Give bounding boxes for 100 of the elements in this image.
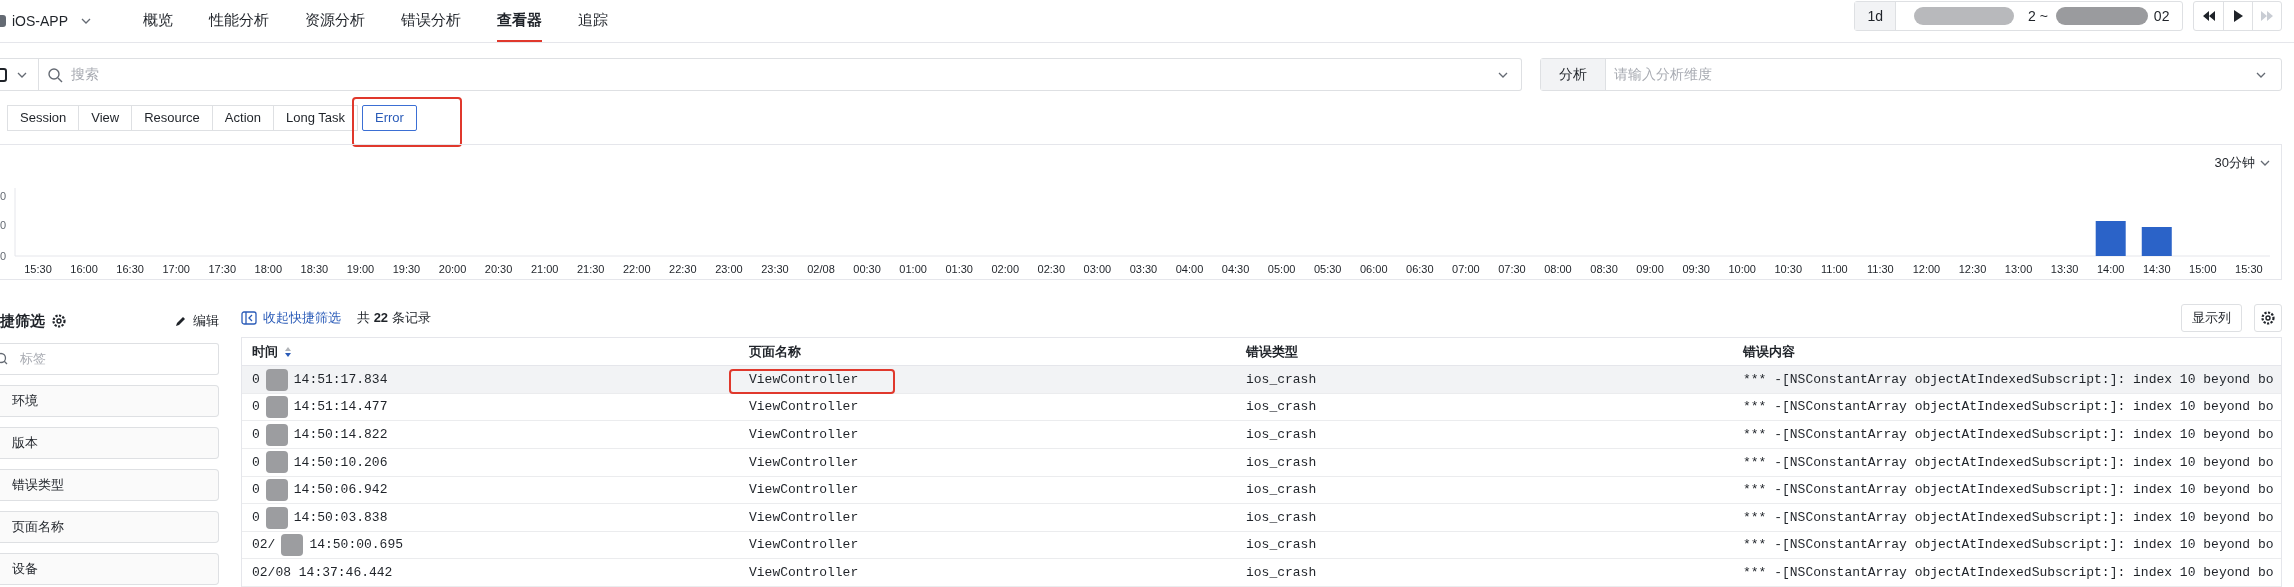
app-name[interactable]: iOS-APP (12, 10, 68, 32)
axis-label: 05:30 (1313, 263, 1342, 275)
filter-item[interactable]: 页面名称 (0, 511, 219, 543)
axis-label: 10:30 (1774, 263, 1803, 275)
table-cell-text: ViewController (749, 563, 859, 582)
axis-label: 08:00 (1544, 263, 1572, 275)
view-tab[interactable]: Resource (132, 105, 213, 131)
table-cell-text: 14:50:00.695 (309, 536, 404, 555)
nav-tab[interactable]: 性能分析 (209, 0, 269, 42)
axis-label: 22:00 (623, 263, 651, 275)
table-cell-text: ios_crash (1246, 370, 1317, 389)
table-row[interactable]: 0 14:51:14.477 ViewController ios_crash *** -[NSConstantArray objectAtIndexedSubscript:]: index 10 beyond bo (242, 393, 2281, 422)
table-cell-text: *** -[NSConstantArray objectAtIndexedSubscript:]: index 10 beyond bo (1743, 508, 2274, 527)
table-row[interactable]: 0 14:50:10.206 ViewController ios_crash *** -[NSConstantArray objectAtIndexedSubscript:]: index 10 beyond bo (242, 449, 2281, 477)
view-tab[interactable]: Error (362, 105, 417, 131)
analysis-label: 分析 (1541, 59, 1606, 90)
table-cell-text: ios_crash (1246, 453, 1317, 472)
table-cell-text: *** -[NSConstantArray objectAtIndexedSubscript:]: index 10 beyond bo (1743, 398, 2274, 417)
table-cell-text: 0 (252, 508, 260, 527)
nav-tab[interactable]: 查看器 (497, 0, 542, 42)
table-cell-text: ViewController (749, 508, 859, 527)
chart-bar (2095, 221, 2126, 256)
axis-label: 11:00 (1821, 263, 1848, 275)
record-count: 共 22 条记录 (357, 309, 431, 328)
filter-item[interactable]: 错误类型 (0, 469, 219, 501)
axis-label: 22:30 (669, 263, 697, 275)
table-cell-text: 0 (252, 370, 260, 389)
axis-label: 06:00 (1359, 263, 1388, 275)
axis-label: 07:00 (1452, 263, 1480, 275)
table-cell-text: ViewController (749, 453, 859, 472)
table-cell-text: ios_crash (1246, 398, 1317, 417)
filter-item[interactable]: 设备 (0, 553, 219, 585)
column-header[interactable]: 错误类型 (1246, 342, 1298, 362)
settings-icon (2260, 310, 2276, 327)
axis-label: 02:30 (1037, 263, 1066, 275)
axis-label: 19:00 (346, 263, 375, 275)
edit-button[interactable]: 编辑 (174, 311, 219, 331)
table-cell-text: ios_crash (1246, 508, 1317, 527)
filter-item[interactable]: 版本 (0, 427, 219, 459)
axis-label: 19:30 (392, 263, 421, 275)
blur-patch (263, 423, 290, 446)
analysis-field[interactable]: 分析 请输入分析维度 (1540, 58, 2282, 91)
table-row[interactable]: 0 14:50:14.822 ViewController ios_crash *** -[NSConstantArray objectAtIndexedSubscript:]: index 10 beyond bo (242, 421, 2281, 450)
table-cell-text: 02/08 14:37:46.442 (252, 563, 393, 582)
axis-label: 01:00 (899, 263, 927, 275)
table-row[interactable]: 0 14:51:17.834 ViewController ios_crash *** -[NSConstantArray objectAtIndexedSubscript:]: index 10 beyond bo (242, 366, 2281, 394)
view-tab[interactable]: Action (212, 105, 274, 131)
table-cell-text: *** -[NSConstantArray objectAtIndexedSubscript:]: index 10 beyond bo (1743, 563, 2274, 582)
axis-label: 03:00 (1083, 263, 1112, 275)
table-row[interactable]: 0 14:50:06.942 ViewController ios_crash *** -[NSConstantArray objectAtIndexedSubscript:]: index 10 beyond bo (242, 476, 2281, 505)
axis-label: 17:00 (162, 263, 190, 275)
view-tab[interactable]: View (79, 105, 133, 131)
table-cell-text: 02/ (252, 536, 276, 555)
axis-label: 20:00 (438, 263, 467, 275)
interval-select[interactable]: 30分钟 (2214, 153, 2255, 173)
axis-label: 0 (0, 219, 7, 231)
axis-label: 13:00 (2004, 263, 2033, 275)
search-icon (47, 66, 63, 83)
axis-label: 00:30 (853, 263, 881, 275)
column-header[interactable]: 时间 (252, 342, 278, 362)
fast-forward-icon (2260, 9, 2274, 23)
nav-tab[interactable]: 概览 (143, 0, 173, 42)
view-tab[interactable]: Long Task (274, 105, 358, 131)
axis-label: 03:30 (1129, 263, 1158, 275)
nav-tab[interactable]: 追踪 (578, 0, 608, 42)
app-icon (0, 13, 8, 29)
axis-label: 06:30 (1406, 263, 1434, 275)
axis-label: 02/08 (807, 263, 835, 275)
table-row[interactable]: 02/ 14:50:00.695 ViewController ios_crash *** -[NSConstantArray objectAtIndexedSubscript:]: index 10 beyond bo (242, 531, 2281, 560)
show-columns-button[interactable]: 显示列 (2181, 304, 2242, 333)
blur-patch (279, 534, 306, 557)
axis-label: 13:30 (2050, 263, 2079, 275)
table-cell-text: ios_crash (1246, 481, 1317, 500)
axis-label: 01:30 (945, 263, 973, 275)
axis-label: 16:30 (116, 263, 144, 275)
axis-label: 12:00 (1912, 263, 1941, 275)
table-cell-text: 0 (252, 453, 260, 472)
collapse-filter-button[interactable]: 收起快捷筛选 (241, 308, 341, 328)
table-cell-text: *** -[NSConstantArray objectAtIndexedSubscript:]: index 10 beyond bo (1743, 453, 2274, 472)
table-cell-text: 0 (252, 398, 260, 417)
column-header[interactable]: 错误内容 (1743, 342, 1795, 362)
view-tab[interactable]: Session (7, 105, 80, 131)
nav-tab[interactable]: 错误分析 (401, 0, 461, 42)
table-cell-text: 14:50:10.206 (293, 453, 388, 472)
axis-label: 04:30 (1221, 263, 1250, 275)
settings-button[interactable] (2254, 304, 2282, 333)
axis-label: 12:30 (1958, 263, 1987, 275)
table-cell-text: *** -[NSConstantArray objectAtIndexedSubscript:]: index 10 beyond bo (1743, 481, 2274, 500)
blur-patch (263, 506, 290, 529)
table-cell-text: ViewController (749, 426, 859, 444)
axis-label: 10:00 (1728, 263, 1756, 275)
nav-tab[interactable]: 资源分析 (305, 0, 365, 42)
table-cell-text: ios_crash (1246, 563, 1317, 582)
axis-label: 09:00 (1636, 263, 1664, 275)
axis-label: 21:30 (576, 263, 605, 275)
column-header[interactable]: 页面名称 (749, 342, 801, 362)
table-row[interactable]: 0 14:50:03.838 ViewController ios_crash *** -[NSConstantArray objectAtIndexedSubscript:]: index 10 beyond bo (242, 504, 2281, 532)
filter-item[interactable]: 环境 (0, 385, 219, 417)
axis-label: 17:30 (208, 263, 236, 275)
table-cell-text: 14:50:06.942 (293, 481, 388, 500)
